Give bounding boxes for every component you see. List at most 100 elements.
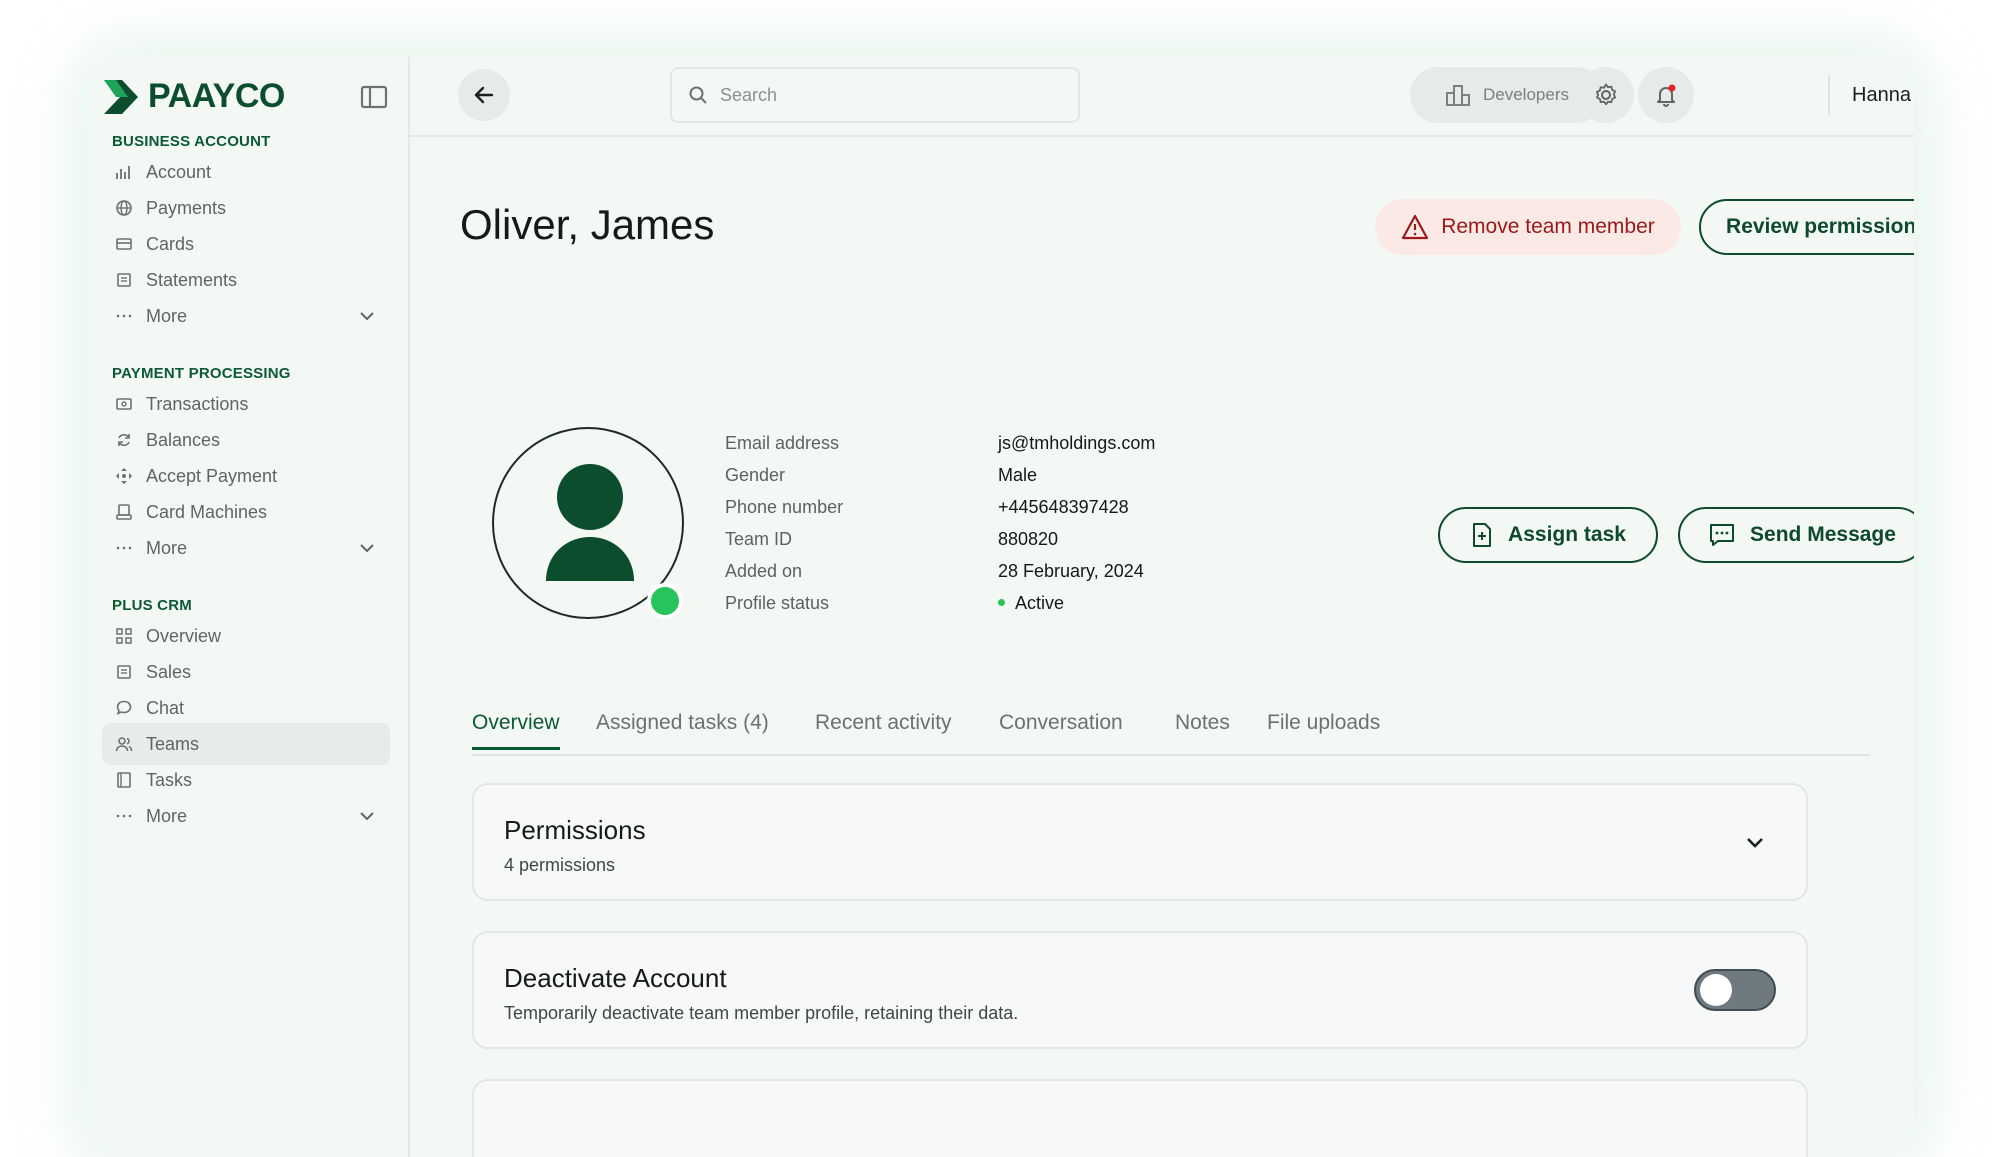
sidebar-item-label: Balances [146,429,221,450]
file-plus-icon [1473,523,1492,547]
notifications-button[interactable] [1638,67,1694,123]
field-value-team-id: 880820 [998,529,1059,549]
refresh-icon [114,430,134,450]
bar-chart-icon [114,162,134,182]
gear-icon [1596,83,1616,106]
bell-icon [1657,84,1676,107]
back-button[interactable] [458,69,510,121]
section-title-payment-processing: PAYMENT PROCESSING [112,365,291,382]
sidebar-item-more-crm[interactable]: More [102,795,390,837]
search-icon [689,86,707,104]
paayco-logo-icon [104,79,138,114]
search-input[interactable] [720,84,1040,106]
user-name: Hanna [1852,83,1911,106]
profile-tabs: Overview Assigned tasks (4) Recent activ… [472,711,1870,756]
sidebar-item-label: Account [146,161,212,182]
card-icon [114,234,134,254]
field-value-gender: Male [998,465,1038,485]
sidebar-item-label: Teams [146,733,200,754]
sidebar-item-label: Transactions [146,393,249,414]
search-box[interactable] [670,67,1080,123]
message-icon [1710,524,1735,546]
terminal-icon [114,502,134,522]
user-menu[interactable]: Hanna [1852,77,1914,113]
field-label-phone: Phone number [725,497,844,517]
brand-name: PAAYCO [148,77,285,115]
move-icon [114,466,134,486]
field-value-added-on: 28 February, 2024 [998,561,1144,581]
chevron-down-icon[interactable] [1744,831,1766,853]
tab-notes[interactable]: Notes [1175,711,1230,747]
sidebar-item-label: Statements [146,269,238,290]
sidebar: PAAYCO BUSINESS ACCOUNT Account Payments [90,57,410,1157]
settings-button[interactable] [1578,67,1634,123]
developers-button[interactable]: Developers [1410,67,1604,123]
section-title-plus-crm: PLUS CRM [112,597,192,614]
chevron-down-icon [360,544,374,553]
sidebar-item-label: Chat [146,697,185,718]
tab-overview[interactable]: Overview [472,711,560,750]
permissions-title: Permissions [504,815,646,845]
sidebar-item-label: Tasks [146,769,193,790]
divider [1828,75,1830,115]
grid-icon [114,626,134,646]
field-label-gender: Gender [725,465,786,485]
app-window: PAAYCO BUSINESS ACCOUNT Account Payments [90,57,1914,1157]
tab-file-uploads[interactable]: File uploads [1267,711,1380,747]
tab-conversation[interactable]: Conversation [999,711,1123,747]
field-label-added-on: Added on [725,561,803,581]
brand-logo[interactable]: PAAYCO [102,77,285,116]
permissions-count: 4 permissions [504,855,616,875]
sidebar-panel-icon [360,85,388,109]
field-label-team-id: Team ID [725,529,793,549]
sidebar-item-label: More [146,305,188,326]
remove-team-member-button[interactable]: Remove team member [1375,199,1681,255]
send-message-button[interactable]: Send Message [1678,507,1914,563]
review-label: Review permissions [1726,215,1914,238]
review-permissions-button[interactable]: Review permissions [1699,199,1914,255]
remove-label: Remove team member [1441,215,1655,238]
chevron-down-icon [360,812,374,821]
sidebar-item-label: Payments [146,197,227,218]
assign-label: Assign task [1508,523,1626,546]
warning-icon [1402,214,1429,240]
deactivate-title: Deactivate Account [504,963,727,993]
dots-icon [114,806,134,826]
sidebar-item-more-payment[interactable]: More [102,527,390,569]
book-icon [114,770,134,790]
toggle-knob [1700,974,1732,1006]
buildings-icon [1446,85,1470,106]
field-label-profile-status: Profile status [725,593,830,613]
sidebar-item-label: Overview [146,625,222,646]
sidebar-item-more-business[interactable]: More [102,295,390,337]
status-text: Active [1015,593,1065,613]
online-status-indicator [647,583,683,619]
main-content: Oliver, James Remove team member Review … [410,137,1914,1157]
sidebar-item-label: Card Machines [146,501,268,522]
message-label: Send Message [1750,523,1896,546]
field-label-email: Email address [725,433,840,453]
sidebar-collapse-button[interactable] [360,85,390,111]
sidebar-item-label: Accept Payment [146,465,278,486]
deactivate-toggle[interactable] [1694,969,1776,1011]
document-icon [114,270,134,290]
assign-task-button[interactable]: Assign task [1438,507,1658,563]
field-value-email: js@tmholdings.com [998,433,1156,453]
permissions-card[interactable]: Permissions 4 permissions [472,783,1808,901]
dots-icon [114,306,134,326]
field-value-phone: +445648397428 [998,497,1129,517]
tab-assigned-tasks[interactable]: Assigned tasks (4) [596,711,769,747]
next-card [472,1079,1808,1157]
document-icon [114,662,134,682]
chevron-down-icon [360,312,374,321]
cash-icon [114,394,134,414]
sidebar-item-label: More [146,805,188,826]
globe-icon [114,198,134,218]
arrow-left-icon [474,86,494,104]
sidebar-item-label: Sales [146,661,192,682]
top-bar: Developers Hanna [410,57,1914,137]
section-title-business-account: BUSINESS ACCOUNT [112,133,271,150]
tab-recent-activity[interactable]: Recent activity [815,711,952,747]
sidebar-item-label: More [146,537,188,558]
chat-icon [114,698,134,718]
